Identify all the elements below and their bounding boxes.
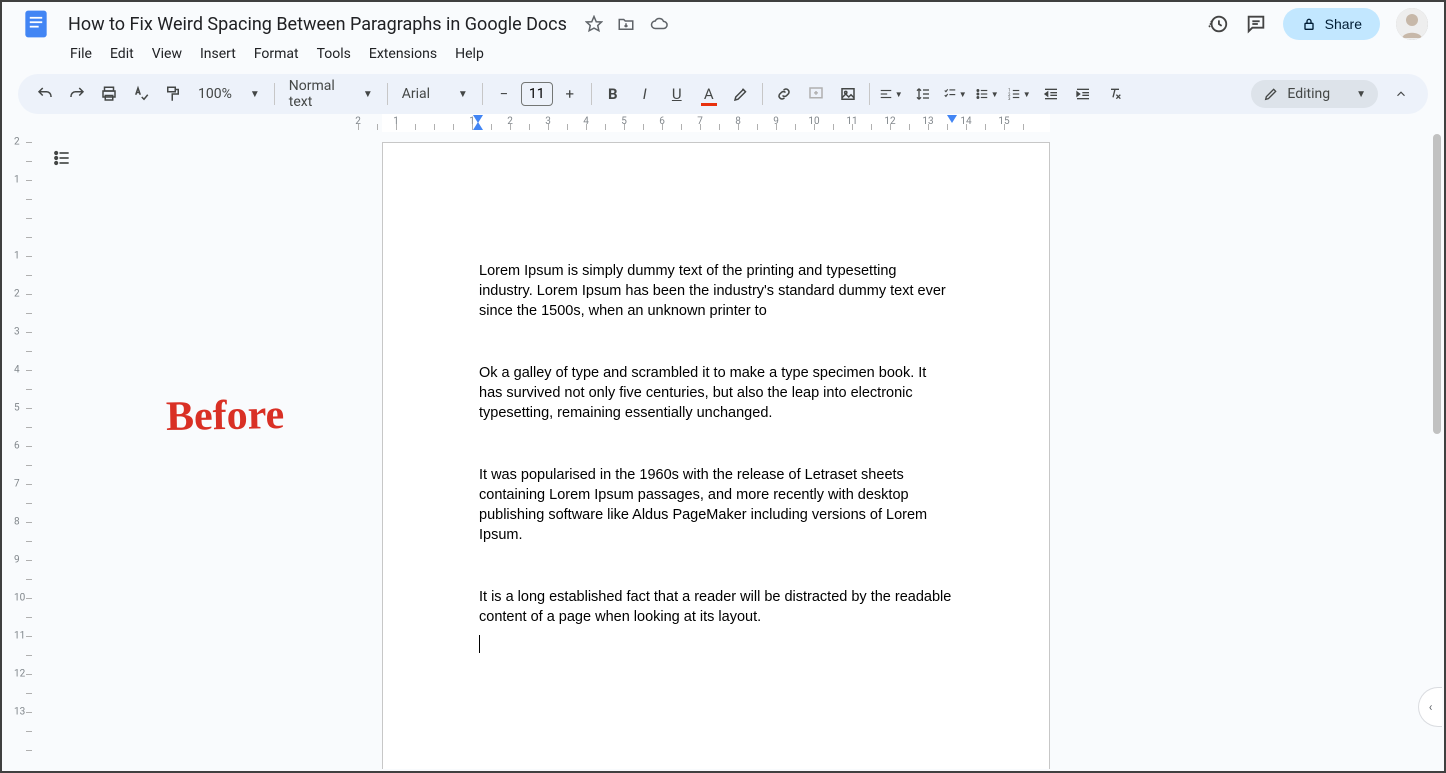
- redo-button[interactable]: [62, 80, 92, 108]
- move-icon[interactable]: [617, 15, 635, 33]
- undo-button[interactable]: [30, 80, 60, 108]
- paragraph[interactable]: Ok a galley of type and scrambled it to …: [479, 363, 953, 423]
- menu-help[interactable]: Help: [447, 42, 492, 66]
- insert-image-button[interactable]: [833, 80, 863, 108]
- vertical-ruler[interactable]: 2112345678910111213: [2, 132, 36, 769]
- bullet-list-dropdown[interactable]: ▼: [972, 80, 1002, 108]
- cloud-status-icon[interactable]: [649, 15, 669, 33]
- line-spacing-button[interactable]: [908, 80, 938, 108]
- font-dropdown[interactable]: Arial ▼: [394, 80, 476, 108]
- menu-file[interactable]: File: [62, 42, 100, 66]
- bold-button[interactable]: B: [598, 80, 628, 108]
- style-value: Normal text: [289, 78, 359, 110]
- menu-view[interactable]: View: [144, 42, 190, 66]
- italic-button[interactable]: I: [630, 80, 660, 108]
- comments-icon[interactable]: [1245, 13, 1267, 35]
- vertical-scrollbar[interactable]: [1432, 134, 1442, 744]
- increase-font-button[interactable]: +: [555, 80, 585, 108]
- collapse-toolbar-button[interactable]: [1386, 79, 1416, 109]
- clear-formatting-button[interactable]: [1100, 80, 1130, 108]
- zoom-value: 100%: [198, 86, 232, 102]
- numbered-list-dropdown[interactable]: 123▼: [1004, 80, 1034, 108]
- spellcheck-button[interactable]: [126, 80, 156, 108]
- separator: [482, 83, 483, 105]
- paragraph-style-dropdown[interactable]: Normal text ▼: [281, 80, 381, 108]
- text-color-button[interactable]: A: [694, 80, 724, 108]
- decrease-font-button[interactable]: −: [489, 80, 519, 108]
- paragraph[interactable]: It was popularised in the 1960s with the…: [479, 465, 953, 545]
- share-button[interactable]: Share: [1283, 8, 1380, 40]
- underline-button[interactable]: U: [662, 80, 692, 108]
- title-icons: [585, 15, 669, 33]
- annotation-before: Before: [166, 391, 285, 441]
- header-right: Share: [1207, 8, 1428, 40]
- document-title[interactable]: How to Fix Weird Spacing Between Paragra…: [62, 12, 573, 37]
- chevron-down-icon: ▼: [1356, 89, 1366, 100]
- docs-logo[interactable]: [18, 6, 54, 42]
- align-dropdown[interactable]: ▼: [876, 80, 906, 108]
- star-icon[interactable]: [585, 15, 603, 33]
- history-icon[interactable]: [1207, 13, 1229, 35]
- page[interactable]: Lorem Ipsum is simply dummy text of the …: [382, 142, 1050, 769]
- text-cursor: [479, 635, 480, 653]
- mode-label: Editing: [1287, 86, 1330, 102]
- font-value: Arial: [402, 86, 430, 102]
- titlebar: How to Fix Weird Spacing Between Paragra…: [2, 2, 1444, 38]
- scrollbar-thumb[interactable]: [1433, 134, 1441, 434]
- zoom-dropdown[interactable]: 100% ▼: [190, 80, 268, 108]
- workspace: 2112345678910111213 Before Lorem Ipsum i…: [2, 132, 1444, 769]
- font-size-input[interactable]: 11: [521, 82, 553, 106]
- document-outline-button[interactable]: [48, 144, 76, 172]
- decrease-indent-button[interactable]: [1036, 80, 1066, 108]
- right-indent-marker[interactable]: [947, 115, 957, 123]
- toolbar: 100% ▼ Normal text ▼ Arial ▼ − 11 + B I U A…: [18, 74, 1428, 114]
- separator: [387, 83, 388, 105]
- separator: [762, 83, 763, 105]
- paragraph[interactable]: Lorem Ipsum is simply dummy text of the …: [479, 261, 953, 321]
- paragraph[interactable]: It is a long established fact that a rea…: [479, 587, 953, 627]
- pencil-icon: [1263, 86, 1279, 102]
- horizontal-ruler[interactable]: 21123456789101112131415: [36, 114, 1444, 132]
- menu-format[interactable]: Format: [246, 42, 307, 66]
- share-label: Share: [1325, 16, 1362, 32]
- chevron-down-icon: ▼: [458, 89, 468, 100]
- increase-indent-button[interactable]: [1068, 80, 1098, 108]
- editing-mode-dropdown[interactable]: Editing ▼: [1251, 80, 1378, 108]
- menu-insert[interactable]: Insert: [192, 42, 244, 66]
- avatar[interactable]: [1396, 8, 1428, 40]
- separator: [274, 83, 275, 105]
- insert-link-button[interactable]: [769, 80, 799, 108]
- chevron-down-icon: ▼: [250, 89, 260, 100]
- separator: [591, 83, 592, 105]
- add-comment-button[interactable]: [801, 80, 831, 108]
- highlight-button[interactable]: [726, 80, 756, 108]
- menu-tools[interactable]: Tools: [309, 42, 359, 66]
- chevron-down-icon: ▼: [363, 89, 373, 100]
- lock-icon: [1301, 16, 1317, 32]
- paint-format-button[interactable]: [158, 80, 188, 108]
- menubar: File Edit View Insert Format Tools Exten…: [2, 38, 1444, 70]
- canvas: Before Lorem Ipsum is simply dummy text …: [36, 132, 1444, 769]
- print-button[interactable]: [94, 80, 124, 108]
- separator: [869, 83, 870, 105]
- svg-text:3: 3: [1008, 96, 1011, 101]
- checklist-dropdown[interactable]: ▼: [940, 80, 970, 108]
- menu-extensions[interactable]: Extensions: [361, 42, 445, 66]
- menu-edit[interactable]: Edit: [102, 42, 142, 66]
